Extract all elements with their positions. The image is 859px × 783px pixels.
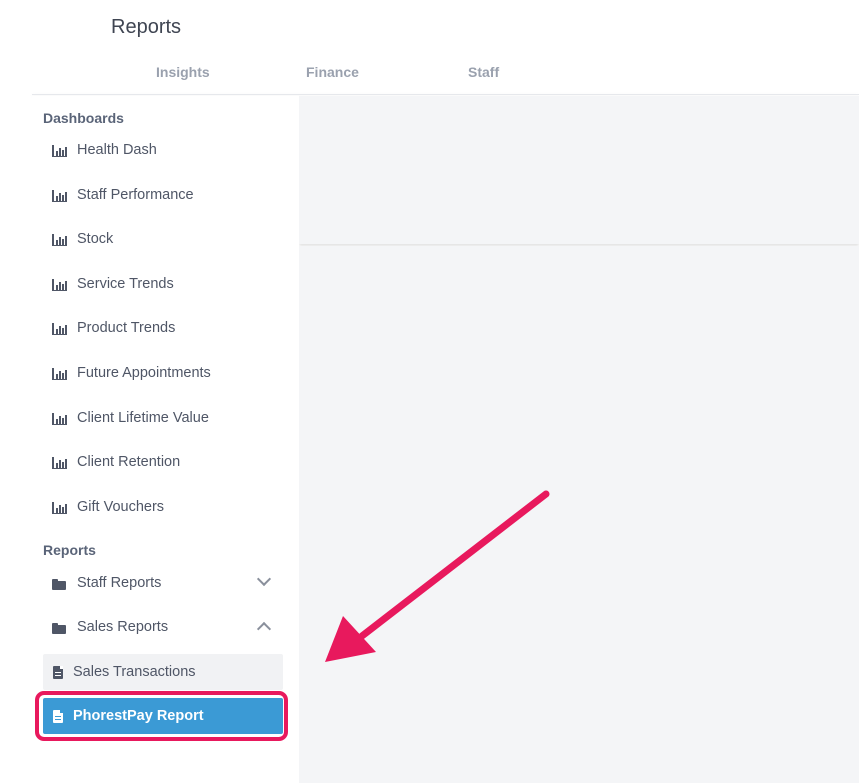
sidebar-item-product-trends[interactable]: Product Trends <box>43 310 283 346</box>
sidebar-item-label: Client Retention <box>77 454 181 470</box>
chevron-up-icon[interactable] <box>256 621 272 637</box>
header-divider <box>32 94 859 95</box>
content-area <box>299 246 859 783</box>
chevron-down-icon[interactable] <box>256 571 272 587</box>
sidebar-item-label: Health Dash <box>77 142 157 158</box>
bar-chart-icon <box>52 366 68 380</box>
document-icon <box>53 665 63 679</box>
bar-chart-icon <box>52 143 68 157</box>
sidebar-item-label: Client Lifetime Value <box>77 410 209 426</box>
sidebar-item-future-appointments[interactable]: Future Appointments <box>43 355 283 391</box>
dashboards-heading: Dashboards <box>43 110 124 126</box>
sidebar-folder-label: Staff Reports <box>77 575 162 591</box>
tab-staff[interactable]: Staff <box>468 64 499 80</box>
sidebar-item-health-dash[interactable]: Health Dash <box>43 132 283 168</box>
sidebar-item-staff-performance[interactable]: Staff Performance <box>43 177 283 213</box>
sidebar-folder-label: Sales Reports <box>77 619 169 635</box>
sidebar-item-label: Stock <box>77 231 114 247</box>
tab-finance[interactable]: Finance <box>306 64 359 80</box>
sidebar-folder-sales-reports[interactable]: Sales Reports <box>43 609 283 645</box>
sidebar-folder-staff-reports[interactable]: Staff Reports <box>43 565 283 601</box>
sidebar-item-label: Staff Performance <box>77 187 194 203</box>
content-header-panel <box>299 96 859 244</box>
sidebar-item-gift-vouchers[interactable]: Gift Vouchers <box>43 489 283 525</box>
sidebar-item-label: Sales Transactions <box>73 664 196 680</box>
bar-chart-icon <box>52 411 68 425</box>
sidebar-item-service-trends[interactable]: Service Trends <box>43 266 283 302</box>
sidebar-item-label: Service Trends <box>77 276 174 292</box>
top-tabs: Insights Finance Staff <box>0 64 859 86</box>
bar-chart-icon <box>52 321 68 335</box>
sidebar-item-stock[interactable]: Stock <box>43 221 283 257</box>
folder-icon <box>52 620 68 634</box>
annotation-highlight-box <box>35 691 288 741</box>
sidebar-item-label: Gift Vouchers <box>77 499 165 515</box>
reports-heading: Reports <box>43 542 96 558</box>
bar-chart-icon <box>52 277 68 291</box>
page-title: Reports <box>111 16 182 38</box>
bar-chart-icon <box>52 455 68 469</box>
sidebar-item-client-retention[interactable]: Client Retention <box>43 444 283 480</box>
bar-chart-icon <box>52 500 68 514</box>
sidebar-item-client-lifetime-value[interactable]: Client Lifetime Value <box>43 400 283 436</box>
bar-chart-icon <box>52 188 68 202</box>
tab-insights[interactable]: Insights <box>156 64 210 80</box>
folder-icon <box>52 576 68 590</box>
sidebar-item-label: Future Appointments <box>77 365 211 381</box>
sidebar-item-sales-transactions[interactable]: Sales Transactions <box>43 654 283 690</box>
bar-chart-icon <box>52 232 68 246</box>
sidebar-item-label: Product Trends <box>77 320 176 336</box>
sidebar: Dashboards Health Dash Staff Performance… <box>32 96 299 783</box>
